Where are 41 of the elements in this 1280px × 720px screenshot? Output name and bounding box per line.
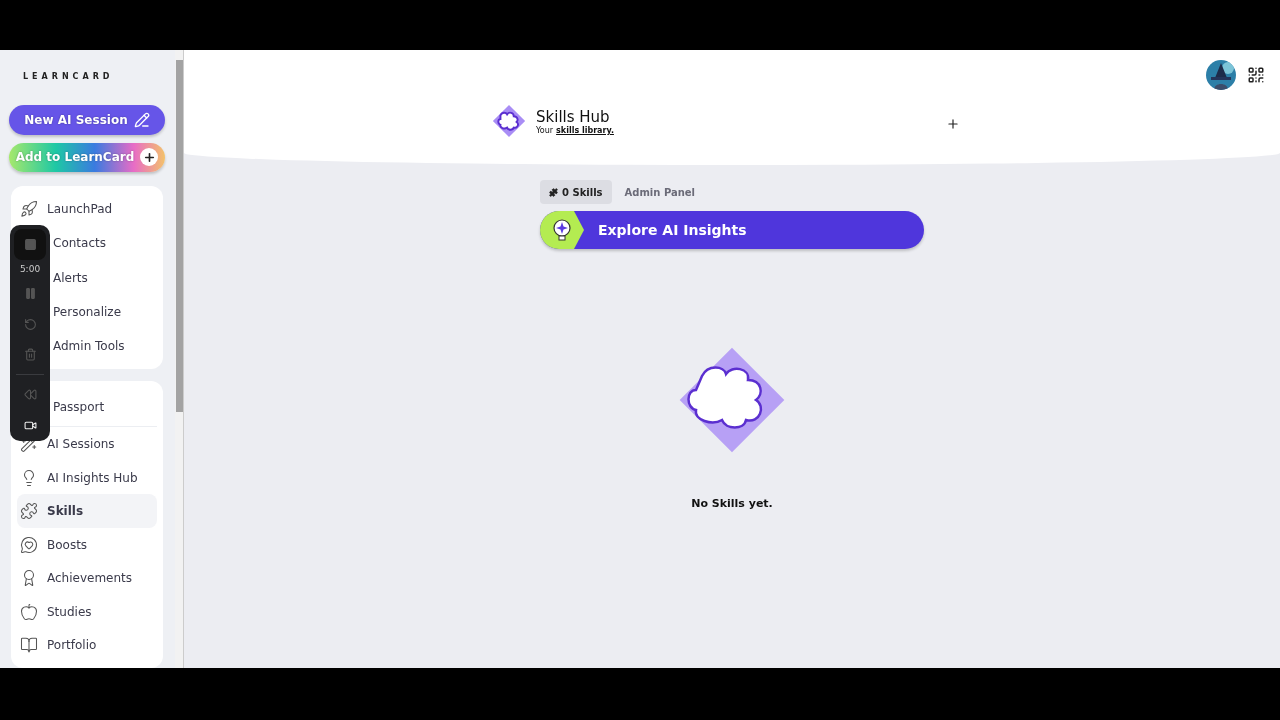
pause-icon	[23, 286, 37, 300]
nav-icon	[20, 535, 38, 554]
nav-item[interactable]: LaunchPad	[17, 192, 157, 227]
puzzle-icon	[549, 187, 558, 197]
nav-item[interactable]: Boosts	[17, 528, 157, 562]
restart-icon	[23, 317, 37, 331]
nav-icon	[20, 200, 38, 219]
nav-item[interactable]: Achievements	[17, 561, 157, 595]
qr-code-icon	[1247, 66, 1265, 84]
nav-item[interactable]: Portfolio	[17, 628, 157, 662]
nav-item[interactable]: Alerts	[51, 260, 157, 295]
nav-item[interactable]: Passport	[51, 387, 157, 427]
rewind-icon	[23, 388, 37, 402]
nav-item[interactable]: Personalize	[51, 294, 157, 330]
logo: LEARNCARD	[23, 72, 115, 81]
nav-item[interactable]: Studies	[17, 595, 157, 629]
tab[interactable]: Admin Panel	[615, 180, 704, 204]
new-session-button[interactable]: New AI Session	[9, 105, 165, 135]
pencil-icon	[133, 111, 150, 128]
skills-library-link[interactable]: skills library.	[556, 125, 614, 135]
avatar[interactable]	[1206, 60, 1236, 90]
lightbulb-icon	[540, 211, 584, 249]
scrollbar-thumb[interactable]	[175, 60, 183, 412]
stop-button[interactable]	[14, 229, 46, 260]
explore-insights-banner[interactable]: Explore AI Insights	[540, 211, 924, 249]
nav-item[interactable]: Contacts	[51, 226, 157, 261]
nav-item[interactable]: Skills	[17, 494, 157, 528]
nav-icon	[20, 502, 38, 521]
page-title: Skills Hub	[536, 107, 611, 126]
subtitle: Your	[536, 125, 554, 135]
tab[interactable]: 0 Skills	[540, 180, 612, 204]
add-icon[interactable]	[946, 117, 960, 131]
nav-icon	[20, 636, 38, 655]
nav-icon	[20, 602, 38, 621]
timer-text: 5:00	[19, 262, 41, 276]
stop-icon	[23, 237, 37, 251]
trash-icon	[23, 348, 37, 362]
nav-item[interactable]: AI Insights Hub	[17, 461, 157, 495]
nav-item[interactable]: Admin Tools	[51, 329, 157, 364]
plus-icon	[140, 148, 159, 167]
empty-message: No Skills yet.	[691, 497, 773, 510]
